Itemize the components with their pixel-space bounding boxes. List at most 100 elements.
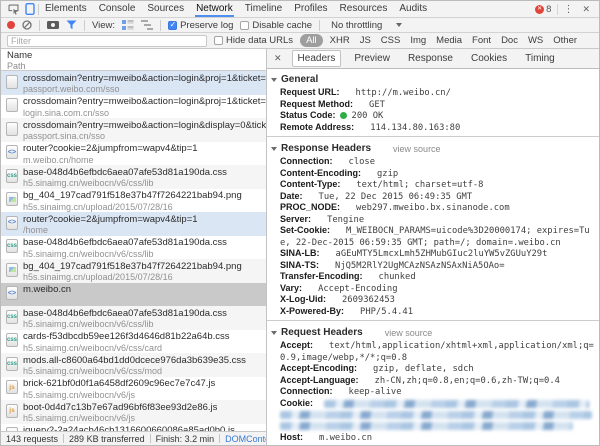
devtools-panel-tab[interactable]: Elements xyxy=(39,1,93,17)
resource-type-filter[interactable]: Font xyxy=(469,34,494,47)
details-tab[interactable]: Response xyxy=(403,51,458,66)
header-name: Accept-Encoding: xyxy=(280,363,358,373)
capture-screenshots-icon[interactable] xyxy=(47,21,59,29)
header-line: Cookie: xyxy=(267,398,599,430)
show-overview-icon[interactable] xyxy=(141,20,154,30)
request-name: m.weibo.cn xyxy=(23,285,72,295)
devtools-panel-tab[interactable]: Profiles xyxy=(288,1,333,17)
network-request-row[interactable]: base-048d4b6efbdc6aea07afe53d81a190da.cs… xyxy=(1,165,266,189)
view-source-link[interactable]: view source xyxy=(385,328,433,338)
error-badge[interactable]: ✕ 8 xyxy=(535,4,551,15)
preserve-log-checkbox-box[interactable] xyxy=(168,20,178,30)
disable-cache-checkbox-box[interactable] xyxy=(240,20,250,30)
resource-type-filter[interactable]: JS xyxy=(357,34,374,47)
network-request-row[interactable]: m.weibo.cn xyxy=(1,282,266,306)
request-name: bg_404_197cad791f518e37b47f7264221bab94.… xyxy=(23,191,242,201)
redacted-cookie-blur xyxy=(280,400,595,430)
request-headers-section-header[interactable]: Request Headers view source xyxy=(267,324,599,340)
hide-data-urls-checkbox-box[interactable] xyxy=(214,36,223,45)
filter-funnel-icon[interactable] xyxy=(66,20,77,30)
file-type-icon xyxy=(6,380,18,394)
disable-cache-checkbox[interactable]: Disable cache xyxy=(240,20,312,31)
file-type-icon xyxy=(6,168,18,183)
record-network-log-button[interactable] xyxy=(7,21,15,29)
network-request-row[interactable]: crossdomain?entry=mweibo&action=login&pr… xyxy=(1,95,266,119)
file-type-icon xyxy=(6,215,18,230)
close-details-icon[interactable]: ✕ xyxy=(272,53,284,64)
file-type-icon xyxy=(6,121,18,136)
list-header[interactable]: Name Path xyxy=(1,49,266,71)
network-request-row[interactable]: crossdomain?entry=mweibo&action=login&di… xyxy=(1,118,266,142)
status-dot xyxy=(345,204,352,211)
general-section-header[interactable]: General xyxy=(267,71,599,87)
devtools-panel-tab[interactable]: Network xyxy=(190,1,239,17)
large-request-rows-icon[interactable] xyxy=(122,20,134,30)
details-tabs: Headers Preview Response Cookies Timing xyxy=(291,50,560,67)
details-tab[interactable]: Timing xyxy=(520,51,560,66)
status-dot xyxy=(367,273,374,280)
header-value: text/html; charset=utf-8 xyxy=(356,180,484,190)
resource-type-filter[interactable]: WS xyxy=(525,34,546,47)
network-request-row[interactable]: base-048d4b6efbdc6aea07afe53d81a190da.cs… xyxy=(1,236,266,260)
network-request-row[interactable]: crossdomain?entry=mweibo&action=login&pr… xyxy=(1,71,266,95)
devtools-panel-tab[interactable]: Timeline xyxy=(239,1,288,17)
header-line: Content-Type: text/html; charset=utf-8 xyxy=(267,179,599,191)
view-source-link[interactable]: view source xyxy=(393,144,441,154)
header-name: Request Method: xyxy=(280,98,353,109)
network-request-row[interactable]: router?cookie=2&jumpfrom=wapv4&tip=1 /ho… xyxy=(1,212,266,236)
device-toolbar-icon[interactable] xyxy=(22,3,38,15)
header-line: Status Code: 200 OK xyxy=(267,110,599,122)
clear-network-log-button[interactable] xyxy=(22,20,32,30)
network-request-row[interactable]: base-048d4b6efbdc6aea07afe53d81a190da.cs… xyxy=(1,306,266,330)
resource-type-filter[interactable]: XHR xyxy=(327,34,353,47)
network-request-row[interactable]: brick-621bf0d0f1a6458df2609c96ec7e7c47.j… xyxy=(1,377,266,401)
details-tab[interactable]: Headers xyxy=(291,50,342,67)
resource-type-filter[interactable]: CSS xyxy=(378,34,404,47)
throttling-select[interactable]: No throttling xyxy=(327,20,403,31)
details-tab[interactable]: Cookies xyxy=(466,51,512,66)
resource-type-filter[interactable]: Media xyxy=(433,34,465,47)
resource-type-filter[interactable]: All xyxy=(300,34,323,47)
hide-data-urls-checkbox[interactable]: Hide data URLs xyxy=(214,35,293,46)
section-divider xyxy=(267,320,599,321)
network-request-row[interactable]: cards-f53dbcdb59ee126f3d4646d81b22a64b.c… xyxy=(1,330,266,354)
network-summary-bar: 143 requests 289 KB transferred Finish: … xyxy=(1,431,266,445)
header-name: Vary: xyxy=(280,282,303,293)
network-request-row[interactable]: boot-0d4d7c13b7e67ad96bf6f83ee93d2e86.js… xyxy=(1,400,266,424)
status-dot xyxy=(362,365,369,372)
devtools-panel-tab[interactable]: Sources xyxy=(141,1,190,17)
network-request-row[interactable]: jquery2-2a24acb46cb1316600660086a85ad0b0… xyxy=(1,424,266,431)
devtools-panel-tab[interactable]: Audits xyxy=(393,1,433,17)
resource-type-filter[interactable]: Other xyxy=(550,34,580,47)
response-header-fields: Connection: close Content-Encoding: gzip… xyxy=(267,156,599,317)
details-tab[interactable]: Preview xyxy=(349,51,395,66)
filter-input[interactable] xyxy=(7,34,207,47)
header-name: Status Code: xyxy=(280,110,336,120)
response-headers-section-header[interactable]: Response Headers view source xyxy=(267,140,599,156)
error-icon: ✕ xyxy=(535,4,545,14)
resource-type-filter[interactable]: Doc xyxy=(498,34,521,47)
network-request-row[interactable]: router?cookie=2&jumpfrom=wapv4&tip=1 m.w… xyxy=(1,142,266,166)
resource-type-filter[interactable]: Img xyxy=(407,34,429,47)
devtools-panel-tab[interactable]: Resources xyxy=(334,1,394,17)
devtools-window: Elements Console Sources Network Timeline Pro… xyxy=(0,0,600,446)
request-path: h5.sinaimg.cn/weibocn/v6/css/card xyxy=(23,342,163,353)
network-request-row[interactable]: mods.all-c8600a64bd1dd0dcece976da3b639e3… xyxy=(1,353,266,377)
devtools-panel-tab[interactable]: Console xyxy=(93,1,142,17)
preserve-log-checkbox[interactable]: Preserve log xyxy=(168,20,233,31)
header-line: Vary: Accept-Encoding xyxy=(267,283,599,295)
request-name: base-048d4b6efbdc6aea07afe53d81a190da.cs… xyxy=(23,238,227,248)
header-name: Set-Cookie: xyxy=(280,225,331,235)
inspect-element-icon[interactable] xyxy=(5,3,22,15)
close-devtools-icon[interactable]: ✕ xyxy=(578,4,595,15)
summary-request-count: 143 requests xyxy=(6,433,59,444)
header-value: m.weibo.cn xyxy=(319,433,372,443)
header-line: Connection: close xyxy=(267,156,599,168)
header-value: 2609362453 xyxy=(342,295,395,305)
status-dot xyxy=(318,342,325,349)
header-line: Date: Tue, 22 Dec 2015 06:49:35 GMT xyxy=(267,191,599,203)
status-dot xyxy=(316,215,323,222)
network-request-row[interactable]: bg_404_197cad791f518e37b47f7264221bab94.… xyxy=(1,259,266,283)
network-request-row[interactable]: bg_404_197cad791f518e37b47f7264221bab94.… xyxy=(1,189,266,213)
more-options-icon[interactable]: ⋮ xyxy=(557,3,578,15)
